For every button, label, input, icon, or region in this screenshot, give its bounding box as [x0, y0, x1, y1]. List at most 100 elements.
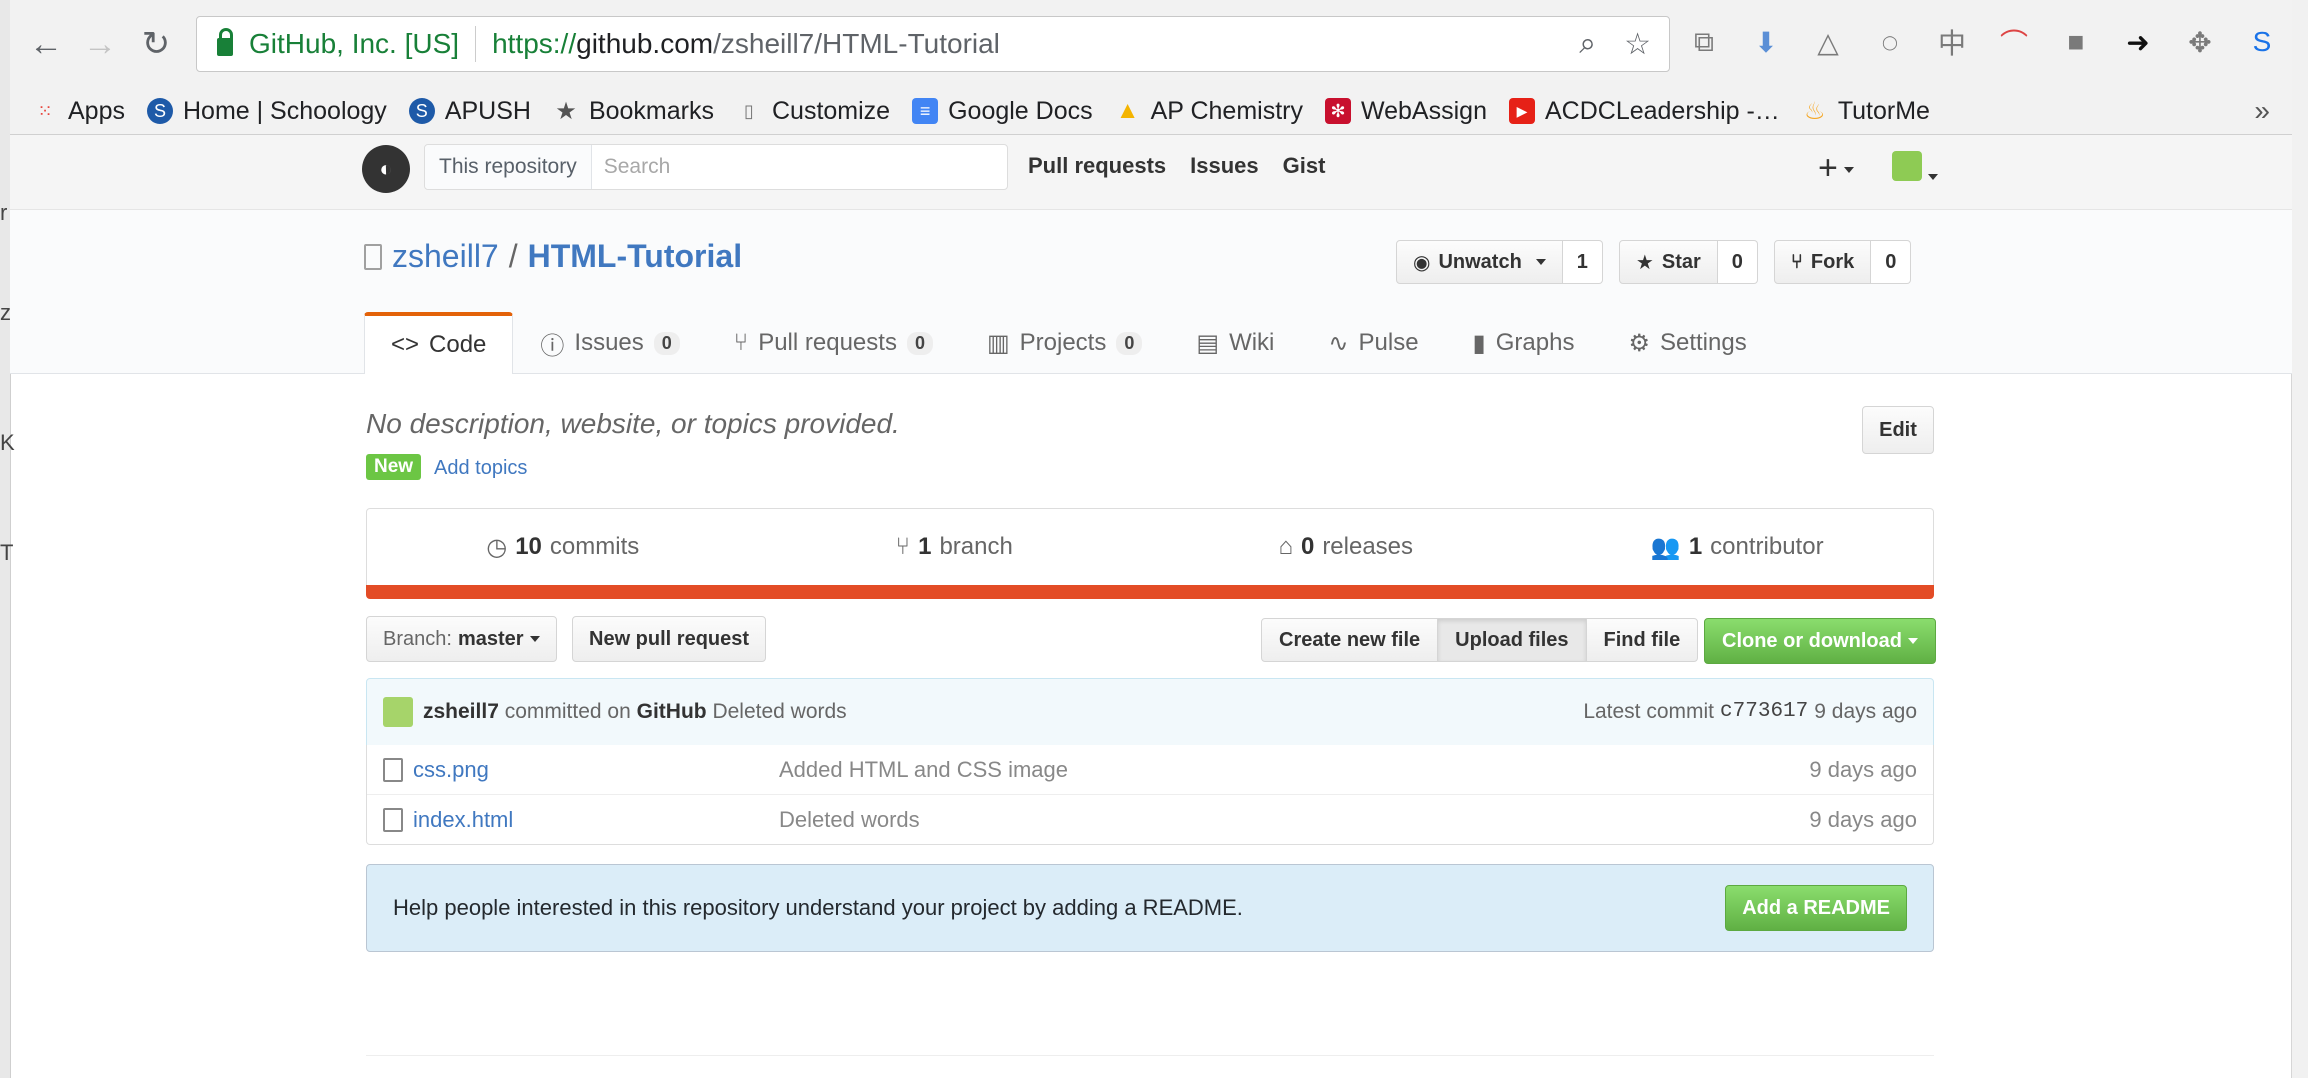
extension-popout-icon[interactable]: ⧉: [1684, 22, 1724, 62]
stargazers-count[interactable]: 0: [1717, 240, 1758, 284]
extension-drive-icon[interactable]: △: [1808, 22, 1848, 62]
extension-rainbow-icon[interactable]: ⌒: [1994, 22, 2034, 62]
clone-or-download-button[interactable]: Clone or download: [1704, 618, 1936, 664]
bookmark-label: WebAssign: [1360, 96, 1487, 125]
file-icon: [383, 807, 403, 832]
bookmark-schoology[interactable]: S Home | Schoology: [146, 96, 387, 126]
extension-move-icon[interactable]: ✥: [2180, 22, 2220, 62]
code-icon: <>: [391, 331, 420, 358]
file-commit-message[interactable]: Added HTML and CSS image: [779, 757, 1809, 783]
tab-code[interactable]: <> Code: [364, 312, 514, 374]
extension-download-icon[interactable]: ⬇: [1746, 22, 1786, 62]
tab-pulse[interactable]: ∿ Pulse: [1301, 312, 1445, 373]
summary-label: releases: [1322, 533, 1414, 560]
bookmark-tutorme[interactable]: ♨ TutorMe: [1802, 97, 1930, 126]
pr-icon: ⑂: [733, 329, 749, 356]
tab-graphs[interactable]: ▮ Graphs: [1446, 312, 1602, 373]
summary-count: 1: [1688, 533, 1703, 560]
bookmark-acdcleadership[interactable]: ▶ ACDCLeadership -…: [1508, 97, 1780, 126]
header-nav-pull-requests[interactable]: Pull requests: [1028, 153, 1166, 179]
search-input[interactable]: [591, 145, 1007, 189]
summary-contributors[interactable]: 👥 1 contributor: [1542, 509, 1934, 585]
file-name-link[interactable]: index.html: [413, 807, 779, 833]
add-topics-link[interactable]: Add topics: [434, 457, 527, 480]
extension-arrow-icon[interactable]: ➜: [2118, 22, 2158, 62]
fork-button[interactable]: ⑂ Fork: [1773, 240, 1872, 284]
edit-description-button[interactable]: Edit: [1862, 406, 1934, 454]
bookmark-label: Home | Schoology: [182, 96, 387, 125]
pulse-icon: ∿: [1328, 329, 1349, 357]
file-age: 9 days ago: [1809, 806, 1917, 832]
bookmark-label: APUSH: [444, 96, 531, 125]
bookmark-bookmarks[interactable]: ★ Bookmarks: [553, 97, 714, 126]
commit-author[interactable]: zsheill7: [423, 700, 499, 724]
eye-icon: ◉: [1413, 251, 1431, 274]
header-nav-issues[interactable]: Issues: [1190, 153, 1259, 179]
repo-actions: ◉ Unwatch 1 ★ Star 0 ⑂ Fork 0: [1396, 240, 1912, 284]
bookmark-webassign[interactable]: ✻ WebAssign: [1324, 96, 1487, 126]
history-icon: ◷: [486, 533, 508, 561]
extension-s-icon[interactable]: S: [2242, 22, 2282, 62]
url-host: github.com: [576, 28, 714, 59]
commit-message[interactable]: Deleted words: [712, 700, 846, 724]
extension-shield-icon[interactable]: ■: [2056, 22, 2096, 62]
summary-branches[interactable]: ⑂ 1 branch: [759, 509, 1151, 585]
back-arrow-icon[interactable]: ←: [24, 22, 68, 66]
branch-select-button[interactable]: Branch: master: [366, 616, 557, 662]
background-fragment: T: [0, 540, 14, 565]
address-bar[interactable]: GitHub, Inc. [US] https:// github.com /z…: [196, 16, 1670, 72]
user-menu[interactable]: [1891, 151, 1938, 186]
search-form: This repository: [424, 144, 1008, 190]
docs-icon: ≡: [912, 98, 939, 124]
extension-wsw-icon[interactable]: ◯: [1870, 22, 1910, 62]
zoom-icon[interactable]: ⌕: [1579, 27, 1596, 62]
chevron-down-icon: [1908, 638, 1918, 644]
watchers-count[interactable]: 1: [1562, 240, 1603, 284]
button-label: Clone or download: [1722, 629, 1902, 652]
tab-label: Settings: [1659, 329, 1747, 356]
add-readme-button[interactable]: Add a README: [1725, 885, 1907, 931]
header-nav-gist[interactable]: Gist: [1283, 153, 1326, 179]
summary-commits[interactable]: ◷ 10 commits: [367, 509, 759, 585]
bookmark-ap-chemistry[interactable]: ▲ AP Chemistry: [1115, 97, 1303, 126]
tab-label: Projects: [1019, 329, 1107, 356]
language-bar[interactable]: [366, 585, 1934, 599]
repo-description: No description, website, or topics provi…: [366, 408, 900, 439]
avatar[interactable]: [383, 697, 413, 727]
bookmark-apush[interactable]: S APUSH: [408, 96, 531, 126]
browser-menu-icon[interactable]: ⋮: [2304, 22, 2308, 62]
github-header: ◐ This repository Pull requests Issues G…: [10, 135, 2292, 210]
tab-issues[interactable]: ⓘ Issues 0: [513, 312, 706, 373]
reload-icon[interactable]: ↻: [134, 22, 178, 66]
tab-settings[interactable]: ⚙ Settings: [1601, 312, 1773, 373]
bookmark-customize[interactable]: ▯ Customize: [736, 97, 890, 126]
forward-arrow-icon[interactable]: →: [78, 22, 122, 66]
bookmark-google-docs[interactable]: ≡ Google Docs: [912, 97, 1093, 126]
bookmark-apps[interactable]: ⁙ Apps: [32, 97, 125, 126]
repo-owner-link[interactable]: zsheill7: [392, 238, 499, 275]
extension-translate-icon[interactable]: 中: [1932, 22, 1972, 62]
more-bookmarks-chevron-icon[interactable]: »: [2254, 95, 2270, 127]
bookmark-star-icon[interactable]: ☆: [1624, 27, 1651, 62]
github-logo-icon[interactable]: ◐: [362, 145, 410, 193]
repo-icon: [364, 243, 382, 270]
tab-wiki[interactable]: ▤ Wiki: [1169, 312, 1301, 373]
file-commit-message[interactable]: Deleted words: [779, 807, 1809, 833]
watch-group: ◉ Unwatch 1: [1396, 240, 1603, 284]
bookmarks-bar: ⁙ Apps S Home | Schoology S APUSH ★ Book…: [10, 88, 2292, 135]
summary-releases[interactable]: ⌂ 0 releases: [1150, 509, 1542, 585]
repo-name-link[interactable]: HTML-Tutorial: [528, 238, 742, 275]
unwatch-button[interactable]: ◉ Unwatch: [1396, 240, 1563, 284]
tab-projects[interactable]: ▥ Projects 0: [960, 312, 1169, 373]
tab-pull-requests[interactable]: ⑂ Pull requests 0: [707, 312, 960, 373]
create-new-plus-icon[interactable]: +: [1818, 149, 1854, 188]
find-file-button[interactable]: Find file: [1585, 618, 1699, 662]
new-pull-request-button[interactable]: New pull request: [572, 616, 767, 662]
commit-sha[interactable]: c773617: [1720, 700, 1808, 724]
file-name-link[interactable]: css.png: [413, 757, 779, 783]
upload-files-button[interactable]: Upload files: [1437, 618, 1587, 662]
star-button[interactable]: ★ Star: [1618, 240, 1718, 284]
create-new-file-button[interactable]: Create new file: [1261, 618, 1439, 662]
bookmark-label: Apps: [68, 96, 125, 125]
forks-count[interactable]: 0: [1871, 240, 1912, 284]
